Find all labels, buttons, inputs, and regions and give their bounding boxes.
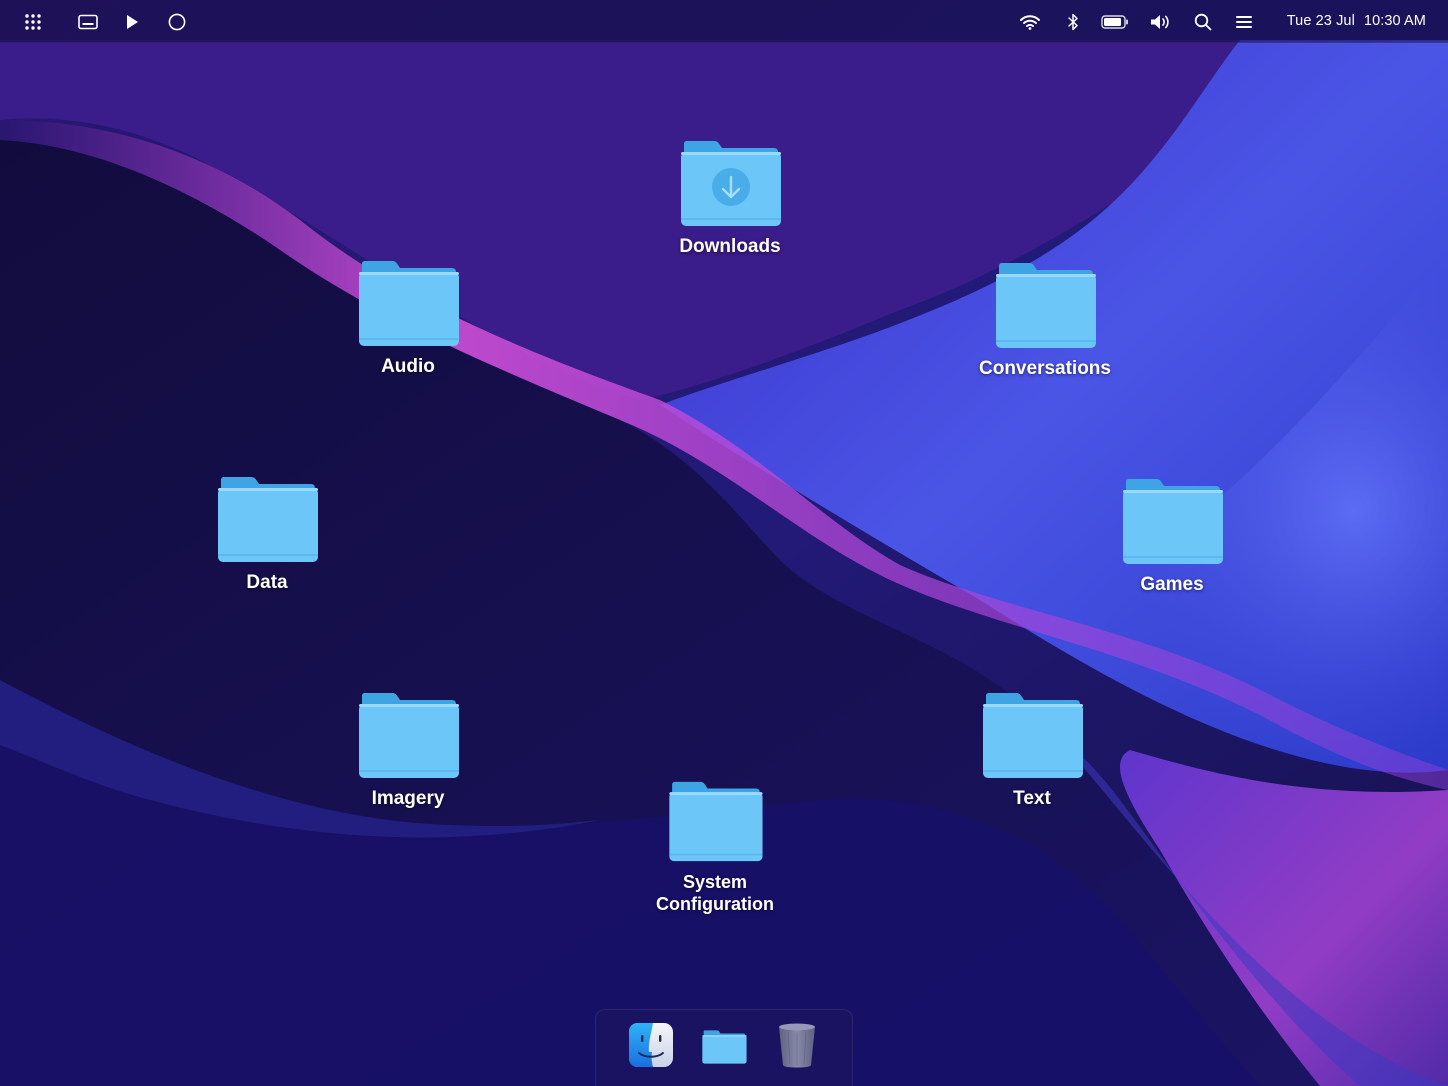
volume-icon[interactable] <box>1149 11 1171 33</box>
folder-icon <box>359 693 459 778</box>
folder-label: System Configuration <box>656 872 774 914</box>
circle-icon[interactable] <box>166 11 188 33</box>
dock <box>595 1009 853 1086</box>
folder-downloads[interactable]: Downloads <box>650 140 810 258</box>
folder-imagery[interactable]: Imagery <box>328 692 488 810</box>
clock[interactable]: Tue 23 Jul 10:30 AM <box>1287 13 1426 29</box>
folder-icon <box>359 261 459 346</box>
downloads-folder-icon <box>681 141 781 226</box>
wifi-icon[interactable] <box>1019 11 1041 33</box>
folder-label: Data <box>246 572 288 593</box>
folder-label: Downloads <box>679 236 781 257</box>
folder-label: Imagery <box>371 788 445 809</box>
folder-label: Games <box>1140 574 1204 595</box>
folder-text[interactable]: Text <box>952 692 1112 810</box>
menu-bar: Tue 23 Jul 10:30 AM <box>0 0 1448 43</box>
folder-icon <box>1123 479 1223 564</box>
folder-data[interactable]: Data <box>187 476 347 594</box>
folder-icon <box>983 693 1083 778</box>
folder-icon[interactable] <box>701 1022 747 1068</box>
finder-icon[interactable] <box>628 1022 674 1068</box>
search-icon[interactable] <box>1192 11 1214 33</box>
bluetooth-icon[interactable] <box>1062 11 1084 33</box>
battery-icon[interactable] <box>1101 11 1129 33</box>
clock-time: 10:30 AM <box>1363 13 1426 29</box>
folder-label: Audio <box>381 356 435 377</box>
folder-label: Conversations <box>979 358 1111 379</box>
trash-icon[interactable] <box>774 1022 820 1068</box>
clock-date: Tue 23 Jul <box>1286 13 1355 29</box>
apps-grid-icon[interactable] <box>22 11 44 33</box>
folder-conversations[interactable]: Conversations <box>965 262 1125 380</box>
menu-icon[interactable] <box>1233 11 1255 33</box>
folder-icon <box>218 477 318 562</box>
folder-audio[interactable]: Audio <box>328 260 488 378</box>
folder-games[interactable]: Games <box>1092 478 1252 596</box>
folder-label: Text <box>1013 788 1051 809</box>
desktop[interactable]: Tue 23 Jul 10:30 AM Downloads Audio Conv… <box>0 0 1448 1086</box>
folder-system-configuration[interactable]: System Configuration <box>635 781 795 915</box>
folder-icon <box>996 263 1096 348</box>
folder-icon <box>669 781 763 862</box>
play-icon[interactable] <box>121 11 143 33</box>
keyboard-icon[interactable] <box>77 11 99 33</box>
